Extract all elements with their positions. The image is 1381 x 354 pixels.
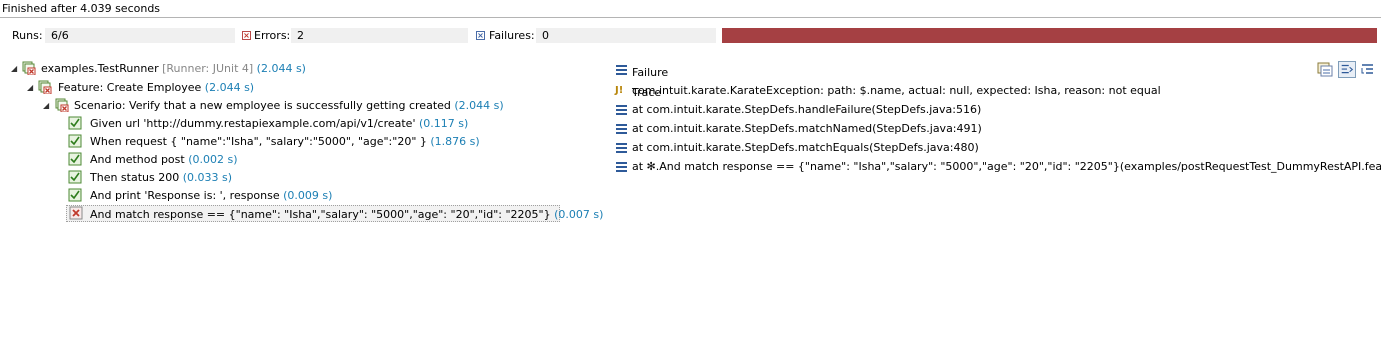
step-time: (0.002 s) <box>188 153 238 166</box>
step-label: When request { "name":"Isha", "salary":"… <box>90 135 427 148</box>
step-time: (0.117 s) <box>418 117 469 130</box>
scenario-name: Scenario: Verify that a new employee is … <box>74 99 451 112</box>
step-label: And print 'Response is: ', response <box>90 189 280 202</box>
trace-line-text: at com.intuit.karate.StepDefs.handleFail… <box>632 103 982 116</box>
step-time: (0.033 s) <box>182 171 233 184</box>
failures-value: 0 <box>536 28 716 43</box>
collapse-arrow-icon[interactable]: ◢ <box>11 65 18 73</box>
tree-node-step[interactable]: And print 'Response is: ', response (0.0… <box>68 187 488 204</box>
step-label: Then status 200 <box>90 171 180 184</box>
runner-time: (2.044 s) <box>256 62 306 75</box>
expand-trace-icon[interactable] <box>1359 61 1377 78</box>
runs-label: Runs: <box>12 29 43 42</box>
collapse-arrow-icon[interactable]: ◢ <box>27 84 34 92</box>
step-time: (1.876 s) <box>430 135 480 148</box>
status-message: Finished after 4.039 seconds <box>2 2 161 15</box>
runner-name: examples.TestRunner <box>41 62 159 75</box>
test-suite-error-icon <box>55 98 69 112</box>
tree-node-step[interactable]: Given url 'http://dummy.restapiexample.c… <box>68 115 488 132</box>
trace-line-text: at ✻.And match response == {"name": "Ish… <box>632 160 1381 173</box>
tree-node-step[interactable]: When request { "name":"Isha", "salary":"… <box>68 133 488 150</box>
test-stats-bar: Runs: 6/6 × Errors: 2 × Failures: 0 <box>0 28 1381 44</box>
tree-node-step-selected[interactable]: And match response == {"name": "Isha","s… <box>66 205 603 222</box>
scenario-time: (2.044 s) <box>454 99 504 112</box>
tree-node-runner[interactable]: ◢ examples.TestRunner [Runner: JUnit 4] … <box>0 60 320 77</box>
tree-node-step[interactable]: Then status 200 (0.033 s) <box>68 169 488 186</box>
stack-trace-icon <box>616 65 627 75</box>
stack-frame-icon <box>616 162 627 172</box>
trace-line-text: at com.intuit.karate.StepDefs.matchNamed… <box>632 122 982 135</box>
filter-stack-trace-icon[interactable] <box>1338 61 1356 78</box>
failure-x-icon: × <box>476 31 485 40</box>
feature-time: (2.044 s) <box>204 81 255 94</box>
test-error-icon <box>69 206 83 220</box>
test-pass-icon <box>68 152 82 166</box>
errors-value: 2 <box>291 28 468 43</box>
step-time: (0.007 s) <box>554 208 604 221</box>
test-pass-icon <box>68 134 82 148</box>
test-pass-icon <box>68 170 82 184</box>
step-label: And match response == {"name": "Isha","s… <box>90 208 551 221</box>
collapse-arrow-icon[interactable]: ◢ <box>43 102 50 110</box>
runs-value: 6/6 <box>45 28 235 43</box>
step-label: And method post <box>90 153 185 166</box>
errors-label: Errors: <box>254 29 291 42</box>
tree-node-scenario[interactable]: ◢ Scenario: Verify that a new employee i… <box>0 97 520 114</box>
stack-frame-icon <box>616 105 627 115</box>
tree-node-feature[interactable]: ◢ Feature: Create Employee (2.044 s) <box>0 79 320 96</box>
compare-result-icon[interactable] <box>1316 61 1334 78</box>
stack-frame-icon <box>616 143 627 153</box>
test-progress-bar <box>722 28 1377 43</box>
feature-name: Feature: Create Employee <box>58 81 202 94</box>
failures-label: Failures: <box>489 29 535 42</box>
trace-line-text: com.intuit.karate.KarateException: path:… <box>632 84 1161 97</box>
step-time: (0.009 s) <box>283 189 333 202</box>
test-pass-icon <box>68 116 82 130</box>
tree-node-step[interactable]: And method post (0.002 s) <box>68 151 488 168</box>
test-pass-icon <box>68 188 82 202</box>
trace-line-text: at com.intuit.karate.StepDefs.matchEqual… <box>632 141 979 154</box>
exception-icon: J! <box>615 85 624 96</box>
error-x-icon: × <box>242 31 251 40</box>
runner-meta: [Runner: JUnit 4] <box>162 62 254 75</box>
test-suite-error-icon <box>38 80 52 94</box>
test-suite-error-icon <box>22 61 36 75</box>
step-label: Given url 'http://dummy.restapiexample.c… <box>90 117 416 130</box>
stack-frame-icon <box>616 124 627 134</box>
status-divider <box>0 17 1381 18</box>
